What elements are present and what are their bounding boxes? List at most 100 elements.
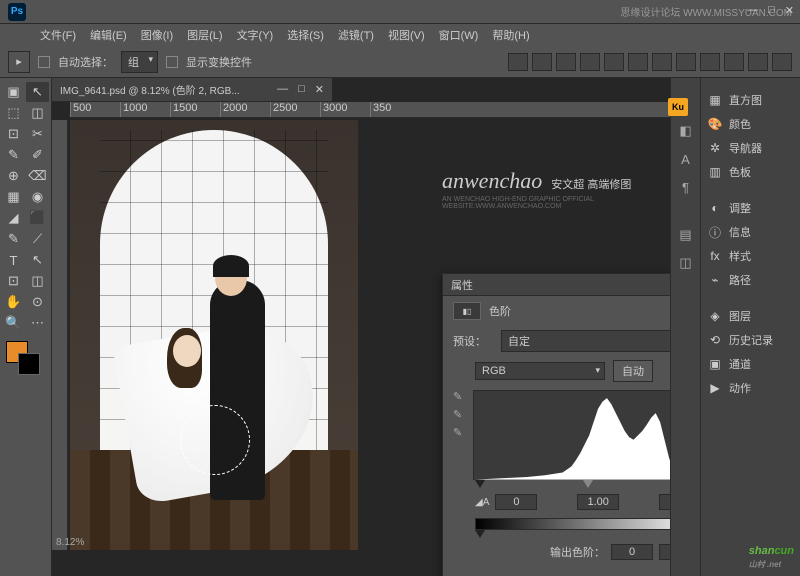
auto-button[interactable]: 自动 <box>613 360 653 382</box>
tool-button[interactable]: ⊕ <box>2 166 25 186</box>
tool-button[interactable]: T <box>2 250 25 270</box>
menu-item[interactable]: 图层(L) <box>181 25 228 45</box>
tool-button[interactable]: ⌫ <box>26 166 49 186</box>
auto-select-mode[interactable]: 组 <box>121 51 158 73</box>
current-tool-icon[interactable]: ▸ <box>8 51 30 73</box>
tool-button[interactable]: ◢ <box>2 208 25 228</box>
align-icon[interactable] <box>580 53 600 71</box>
minimize-icon[interactable]: — <box>747 4 758 17</box>
black-eyedropper-icon[interactable]: ✎ <box>453 390 469 404</box>
background-swatch[interactable] <box>18 353 40 375</box>
maximize-icon[interactable]: □ <box>768 4 775 17</box>
panel-tab[interactable]: ⌁路径 <box>701 268 800 292</box>
panel-tab[interactable]: ◈图层 <box>701 304 800 328</box>
titlebar: Ps 思缘设计论坛 WWW.MISSYUAN.COM — □ ✕ <box>0 0 800 24</box>
tool-button[interactable]: ✋ <box>2 292 25 312</box>
menu-item[interactable]: 图像(I) <box>135 25 179 45</box>
collapsed-icon[interactable]: ▤ <box>671 222 700 248</box>
align-icon[interactable] <box>652 53 672 71</box>
output-black-input[interactable]: 0 <box>611 544 653 560</box>
align-icon[interactable] <box>508 53 528 71</box>
preset-select[interactable]: 自定 <box>501 330 670 352</box>
tool-button[interactable]: ⬚ <box>2 103 25 123</box>
tool-button[interactable]: ⊡ <box>2 124 25 144</box>
tool-button[interactable]: ⋯ <box>26 313 49 333</box>
ku-badge: Ku <box>668 98 688 116</box>
panel-tab[interactable]: 🎨颜色 <box>701 112 800 136</box>
panel-icon: ◐ <box>707 201 723 215</box>
align-icon[interactable] <box>556 53 576 71</box>
tool-button[interactable]: ◫ <box>26 271 49 291</box>
tool-button[interactable]: 🔍 <box>2 313 25 333</box>
mid-point-handle[interactable] <box>583 480 593 488</box>
shancun-watermark: shancun 山村 .net <box>749 541 794 570</box>
panel-label: 导航器 <box>729 140 762 156</box>
panel-tab[interactable]: ✲导航器 <box>701 136 800 160</box>
panel-tab[interactable]: ▣通道 <box>701 352 800 376</box>
mid-input[interactable]: 1.00 <box>577 494 619 510</box>
canvas[interactable] <box>70 120 358 550</box>
close-icon[interactable]: ✕ <box>785 4 794 17</box>
collapsed-icon[interactable]: A <box>671 146 700 172</box>
white-eyedropper-icon[interactable]: ✎ <box>453 426 469 440</box>
collapsed-icon[interactable]: ◫ <box>671 250 700 276</box>
output-black-handle[interactable] <box>475 530 485 538</box>
menubar: 文件(F)编辑(E)图像(I)图层(L)文字(Y)选择(S)滤镜(T)视图(V)… <box>0 24 800 46</box>
properties-titlebar[interactable]: 属性 ▸|▾≡ <box>443 274 670 296</box>
menu-item[interactable]: 选择(S) <box>281 25 330 45</box>
tool-button[interactable]: ⊡ <box>2 271 25 291</box>
auto-select-checkbox[interactable] <box>38 56 50 68</box>
tool-button[interactable]: ✂ <box>26 124 49 144</box>
panel-tab[interactable]: ▦直方图 <box>701 88 800 112</box>
gray-eyedropper-icon[interactable]: ✎ <box>453 408 469 422</box>
menu-item[interactable]: 编辑(E) <box>84 25 133 45</box>
align-icon[interactable] <box>628 53 648 71</box>
tool-button[interactable]: ✎ <box>2 145 25 165</box>
tool-button[interactable]: ⊙ <box>26 292 49 312</box>
tool-button[interactable]: ↖ <box>26 250 49 270</box>
align-icon[interactable] <box>532 53 552 71</box>
align-icon[interactable] <box>604 53 624 71</box>
align-icon[interactable] <box>772 53 792 71</box>
panel-tab[interactable]: ▥色板 <box>701 160 800 184</box>
tool-button[interactable]: ⬛ <box>26 208 49 228</box>
white-input[interactable]: 232 <box>659 494 670 510</box>
panel-tab[interactable]: ⟲历史记录 <box>701 328 800 352</box>
menu-item[interactable]: 窗口(W) <box>433 25 485 45</box>
align-icon[interactable] <box>748 53 768 71</box>
menu-item[interactable]: 滤镜(T) <box>332 25 380 45</box>
align-icon[interactable] <box>676 53 696 71</box>
panel-tab[interactable]: ▶动作 <box>701 376 800 400</box>
align-icon[interactable] <box>700 53 720 71</box>
channel-select[interactable]: RGB <box>475 362 605 380</box>
menu-item[interactable]: 帮助(H) <box>486 25 535 45</box>
tool-button[interactable]: ⟋ <box>26 229 49 249</box>
document-tab[interactable]: IMG_9641.psd @ 8.12% (色阶 2, RGB... — □ ✕ <box>52 78 332 102</box>
align-icon[interactable] <box>724 53 744 71</box>
output-white-input[interactable]: 255 <box>659 544 670 560</box>
panel-tab[interactable]: ⓘ信息 <box>701 220 800 244</box>
black-point-handle[interactable] <box>475 480 485 488</box>
tool-button[interactable]: ◉ <box>26 187 49 207</box>
collapsed-icon[interactable]: ◧ <box>671 118 700 144</box>
marquee-selection <box>180 405 250 475</box>
tool-button[interactable]: ▣ <box>2 82 25 102</box>
tool-button[interactable]: ✎ <box>2 229 25 249</box>
tool-button[interactable]: ✐ <box>26 145 49 165</box>
output-slider[interactable] <box>475 530 670 540</box>
menu-item[interactable]: 视图(V) <box>382 25 431 45</box>
menu-item[interactable]: 文字(Y) <box>231 25 280 45</box>
doc-close-icon[interactable]: ✕ <box>315 83 324 96</box>
tool-button[interactable]: ↖ <box>26 82 49 102</box>
panel-tab[interactable]: ◐调整 <box>701 196 800 220</box>
show-transform-checkbox[interactable] <box>166 56 178 68</box>
panel-tab[interactable]: fx样式 <box>701 244 800 268</box>
menu-item[interactable]: 文件(F) <box>34 25 82 45</box>
black-input[interactable]: 0 <box>495 494 537 510</box>
collapsed-icon[interactable]: ¶ <box>671 174 700 200</box>
tool-button[interactable]: ▦ <box>2 187 25 207</box>
doc-minimize-icon[interactable]: — <box>277 83 288 96</box>
tool-button[interactable]: ◫ <box>26 103 49 123</box>
input-slider[interactable] <box>475 480 670 490</box>
doc-maximize-icon[interactable]: □ <box>298 83 305 96</box>
